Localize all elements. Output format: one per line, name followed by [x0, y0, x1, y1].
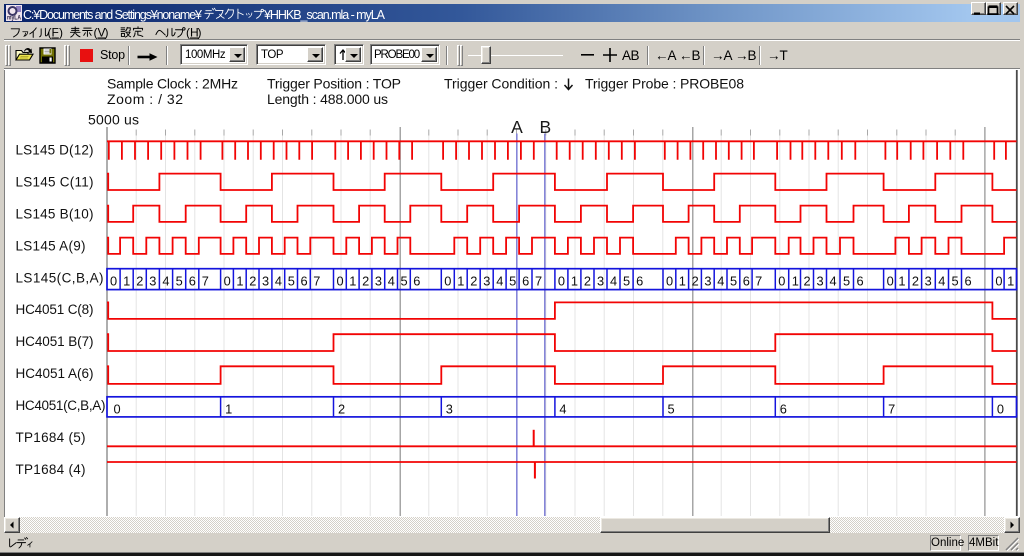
- svg-text:4: 4: [938, 273, 945, 288]
- svg-text:¥HHKB_scan.mla - myLA: ¥HHKB_scan.mla - myLA: [263, 8, 386, 22]
- svg-text:3: 3: [149, 273, 156, 288]
- svg-text:4: 4: [162, 273, 169, 288]
- svg-text:6: 6: [301, 273, 308, 288]
- svg-text:0: 0: [337, 273, 344, 288]
- svg-text:2: 2: [136, 273, 143, 288]
- svg-text:7: 7: [202, 273, 209, 288]
- svg-text:0: 0: [224, 273, 231, 288]
- svg-text:F: F: [52, 26, 59, 40]
- svg-text:0: 0: [995, 273, 1002, 288]
- svg-text:6: 6: [413, 273, 420, 288]
- svg-text:7: 7: [535, 273, 542, 288]
- svg-text:1: 1: [236, 273, 243, 288]
- svg-text:LS145 C(11): LS145 C(11): [16, 174, 94, 189]
- svg-text:TP1684 (5): TP1684 (5): [16, 430, 86, 445]
- svg-text:2: 2: [804, 273, 811, 288]
- svg-text:5: 5: [623, 273, 630, 288]
- svg-text:6: 6: [743, 273, 750, 288]
- svg-text:3: 3: [704, 273, 711, 288]
- svg-text:6: 6: [857, 273, 864, 288]
- svg-text:2: 2: [470, 273, 477, 288]
- svg-text:HC4051 C(8): HC4051 C(8): [16, 302, 94, 317]
- svg-text:4: 4: [496, 273, 503, 288]
- svg-text:3: 3: [375, 273, 382, 288]
- svg-text:0: 0: [997, 402, 1004, 417]
- svg-text:5: 5: [668, 402, 675, 417]
- svg-text:1: 1: [679, 273, 686, 288]
- svg-text:HC4051 B(7): HC4051 B(7): [16, 334, 94, 349]
- svg-text:LS145 A(9): LS145 A(9): [16, 238, 86, 253]
- svg-text:LS145 B(10): LS145 B(10): [16, 206, 94, 221]
- svg-text:4: 4: [830, 273, 837, 288]
- svg-text:0: 0: [778, 273, 785, 288]
- svg-text:0: 0: [110, 273, 117, 288]
- svg-text:3: 3: [597, 273, 604, 288]
- svg-text:4: 4: [717, 273, 724, 288]
- svg-text:4: 4: [388, 273, 395, 288]
- svg-text:7: 7: [755, 273, 762, 288]
- svg-text:6: 6: [189, 273, 196, 288]
- svg-text:2: 2: [249, 273, 256, 288]
- svg-text:): ): [198, 26, 202, 40]
- svg-text:3: 3: [817, 273, 824, 288]
- svg-text:1: 1: [571, 273, 578, 288]
- svg-text:1: 1: [792, 273, 799, 288]
- svg-text:myLA: myLA: [7, 15, 21, 22]
- svg-text:6: 6: [780, 402, 787, 417]
- svg-text:3: 3: [925, 273, 932, 288]
- svg-text:Trigger Position : TOP: Trigger Position : TOP: [267, 76, 401, 92]
- svg-text:3: 3: [483, 273, 490, 288]
- svg-text:4: 4: [275, 273, 282, 288]
- svg-text:7: 7: [313, 273, 320, 288]
- svg-text:0: 0: [114, 402, 121, 417]
- svg-text:0: 0: [887, 273, 894, 288]
- svg-text:2: 2: [692, 273, 699, 288]
- svg-text:3: 3: [446, 402, 453, 417]
- svg-text:Trigger Condition :: Trigger Condition :: [444, 76, 558, 92]
- svg-text:LS145 D(12): LS145 D(12): [16, 143, 94, 158]
- svg-text:1: 1: [123, 273, 130, 288]
- svg-text:): ): [105, 26, 109, 40]
- svg-text:HC4051 A(6): HC4051 A(6): [16, 366, 94, 381]
- svg-text:0: 0: [666, 273, 673, 288]
- svg-text:Trigger Probe : PROBE08: Trigger Probe : PROBE08: [585, 76, 744, 92]
- svg-text:2: 2: [584, 273, 591, 288]
- svg-text:5000 us: 5000 us: [88, 112, 139, 128]
- svg-text:1: 1: [898, 273, 905, 288]
- svg-text:0: 0: [444, 273, 451, 288]
- svg-text:Sample Clock : 2MHz: Sample Clock : 2MHz: [107, 76, 238, 92]
- svg-text:3: 3: [262, 273, 269, 288]
- svg-text:5: 5: [952, 273, 959, 288]
- svg-text:C:¥Documents and Settings¥nona: C:¥Documents and Settings¥noname¥: [23, 8, 202, 22]
- svg-text:2: 2: [362, 273, 369, 288]
- svg-text:0: 0: [558, 273, 565, 288]
- svg-text:5: 5: [401, 273, 408, 288]
- svg-text:5: 5: [176, 273, 183, 288]
- svg-text:HC4051(C,B,A): HC4051(C,B,A): [16, 398, 106, 413]
- svg-text:1: 1: [225, 402, 232, 417]
- svg-text:): ): [59, 26, 63, 40]
- svg-text:2: 2: [338, 402, 345, 417]
- svg-text:5: 5: [509, 273, 516, 288]
- svg-text:Zoom : / 32: Zoom : / 32: [107, 91, 183, 107]
- svg-text:7: 7: [888, 402, 895, 417]
- svg-text:1: 1: [1007, 273, 1014, 288]
- svg-text:1: 1: [349, 273, 356, 288]
- svg-text:2: 2: [912, 273, 919, 288]
- svg-text:LS145(C,B,A): LS145(C,B,A): [16, 270, 104, 285]
- svg-text:1: 1: [457, 273, 464, 288]
- svg-text:4: 4: [610, 273, 617, 288]
- svg-text:5: 5: [288, 273, 295, 288]
- svg-text:Length : 488.000 us: Length : 488.000 us: [267, 91, 388, 107]
- svg-text:6: 6: [965, 273, 972, 288]
- svg-text:4: 4: [559, 402, 566, 417]
- svg-text:6: 6: [522, 273, 529, 288]
- svg-text:6: 6: [636, 273, 643, 288]
- svg-text:5: 5: [730, 273, 737, 288]
- svg-text:TP1684 (4): TP1684 (4): [16, 462, 86, 477]
- svg-text:5: 5: [843, 273, 850, 288]
